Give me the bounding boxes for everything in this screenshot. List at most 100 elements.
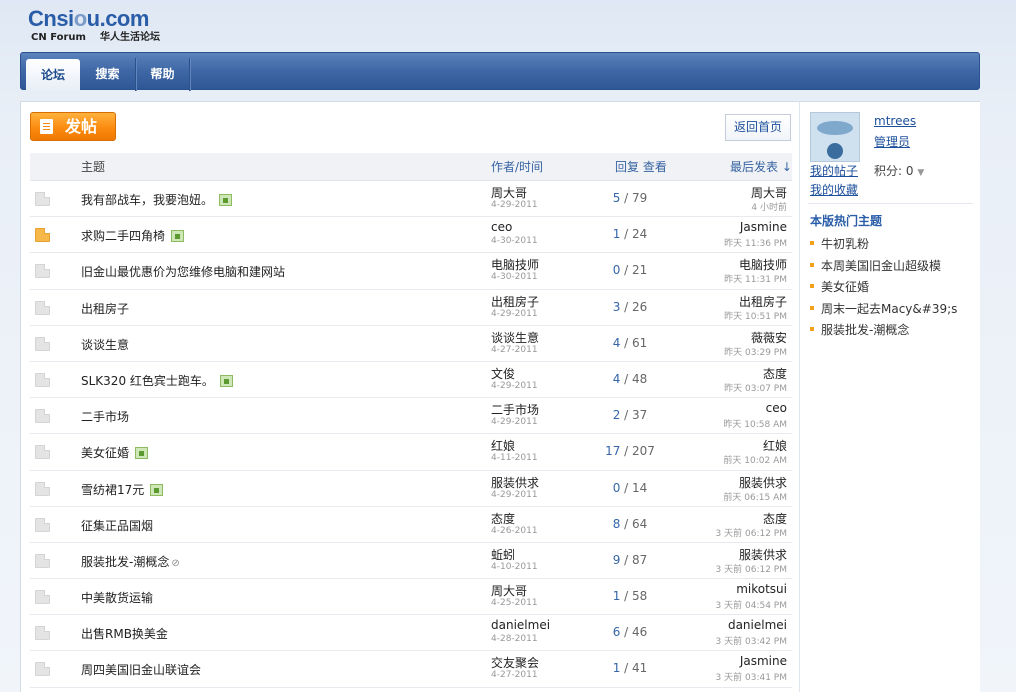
reply-count: 1 [612, 589, 621, 604]
thread-title-link[interactable]: 谈谈生意 [81, 336, 129, 353]
author-link[interactable]: ceo [491, 220, 512, 234]
thread-title-link[interactable]: 雪纺裙17元 [81, 481, 164, 498]
thread-title: 服装批发-潮概念 [81, 554, 170, 569]
author-link[interactable]: 交友聚会 [491, 654, 539, 671]
author-link[interactable]: 态度 [491, 510, 515, 527]
view-count: 37 [632, 408, 648, 423]
my-posts-link[interactable]: 我的帖子 [810, 162, 858, 179]
folder-icon [35, 662, 50, 677]
author-link[interactable]: 红娘 [491, 437, 515, 454]
post-date: 4-27-2011 [491, 344, 538, 355]
table-row[interactable]: 求购二手四角椅 ceo 4-30-2011 1 / 24 Jasmine 昨天 11:36… [30, 217, 792, 254]
author-link[interactable]: 文俊 [491, 365, 515, 382]
table-row[interactable]: 二手市场 二手市场 4-29-2011 2 / 37 ceo 昨天 10:58 AM [30, 398, 792, 435]
last-poster-link[interactable]: 服装供求 [739, 474, 787, 491]
header-last-post[interactable]: 最后发表 ↓ [730, 153, 792, 181]
last-poster-link[interactable]: 出租房子 [739, 293, 787, 310]
reply-view-count: 0 / 14 [612, 480, 648, 495]
reply-view-count: 4 / 61 [612, 335, 648, 350]
thread-title-link[interactable]: 美女征婚 [81, 444, 149, 461]
thread-title-link[interactable]: 出租房子 [81, 300, 129, 317]
bullet-icon [810, 327, 814, 331]
table-row[interactable]: 谈谈生意 谈谈生意 4-27-2011 4 / 61 薇薇安 昨天 03:29 PM [30, 326, 792, 362]
last-poster-link[interactable]: 周大哥 [751, 184, 787, 201]
table-row[interactable]: 出租房子 出租房子 4-29-2011 3 / 26 出租房子 昨天 10:51 PM [30, 290, 792, 326]
table-row[interactable]: 美女征婚 红娘 4-11-2011 17 / 207 红娘 前天 10:02 AM [30, 434, 792, 471]
table-row[interactable]: 出售RMB换美金 danielmei 4-28-2011 6 / 46 danielme… [30, 615, 792, 652]
header-author[interactable]: 作者/时间 [491, 153, 543, 181]
last-poster-link[interactable]: 薇薇安 [751, 329, 787, 346]
forum-panel: 发帖 返回首页 主题 作者/时间 回复 查看 最后发表 ↓ 我有部战车，我要泡妞… [20, 101, 980, 692]
last-poster-link[interactable]: 电脑技师 [739, 256, 787, 273]
reply-count: 17 [605, 444, 621, 459]
username-link[interactable]: mtrees [874, 114, 916, 128]
table-row[interactable]: 旧金山最优惠价为您维修电脑和建网站 电脑技师 4-30-2011 0 / 21 电脑技师… [30, 253, 792, 290]
reply-count: 4 [612, 335, 621, 350]
role-link[interactable]: 管理员 [874, 133, 910, 150]
back-home-button[interactable]: 返回首页 [725, 114, 791, 141]
main-nav: 论坛 搜索 帮助 [20, 52, 980, 91]
author-link[interactable]: 出租房子 [491, 293, 539, 310]
tab-help[interactable]: 帮助 [136, 58, 190, 91]
table-row[interactable]: 我有部战车，我要泡妞。 周大哥 4-29-2011 5 / 79 周大哥 4 小时前 [30, 181, 792, 218]
thread-title-link[interactable]: 我有部战车，我要泡妞。 [81, 191, 233, 208]
author-link[interactable]: 周大哥 [491, 582, 527, 599]
logo-subtitle-cn: 华人生活论坛 [99, 32, 160, 43]
hot-topic-item[interactable]: 美女征婚 [810, 278, 980, 300]
author-link[interactable]: 电脑技师 [491, 256, 539, 273]
avatar[interactable] [810, 112, 860, 162]
last-poster-link[interactable]: Jasmine [740, 220, 787, 234]
author-link[interactable]: 周大哥 [491, 184, 527, 201]
thread-title: 旧金山最优惠价为您维修电脑和建网站 [81, 265, 286, 280]
hot-topic-item[interactable]: 服装批发-潮概念 [810, 321, 980, 343]
tab-search[interactable]: 搜索 [80, 58, 136, 91]
last-poster-link[interactable]: 态度 [763, 365, 787, 382]
reply-count: 4 [612, 371, 621, 386]
thread-title: 求购二手四角椅 [81, 229, 166, 244]
reply-view-count: 3 / 26 [612, 299, 648, 314]
hot-topic-label: 服装批发-潮概念 [821, 323, 910, 337]
image-attachment-icon [219, 194, 233, 206]
table-row[interactable]: 征集正品国烟 态度 4-26-2011 8 / 64 态度 3 天前 06:12 PM [30, 507, 792, 543]
thread-title-link[interactable]: 二手市场 [81, 408, 129, 425]
last-poster-link[interactable]: 态度 [763, 510, 787, 527]
thread-title-link[interactable]: 求购二手四角椅 [81, 227, 185, 244]
hot-topic-item[interactable]: 本周美国旧金山超级模 [810, 257, 980, 279]
last-poster-link[interactable]: mikotsui [736, 582, 787, 596]
last-poster-link[interactable]: ceo [766, 401, 787, 415]
table-row[interactable]: SLK320 红色宾士跑车。 文俊 4-29-2011 4 / 48 态度 昨天 03:0… [30, 362, 792, 399]
hot-topic-item[interactable]: 牛初乳粉 [810, 235, 980, 257]
table-row[interactable]: 雪纺裙17元 服装供求 4-29-2011 0 / 14 服装供求 前天 06:15 AM [30, 471, 792, 507]
author-link[interactable]: 二手市场 [491, 401, 539, 418]
thread-title-link[interactable]: 周四美国旧金山联谊会 [81, 661, 201, 678]
thread-title-link[interactable]: SLK320 红色宾士跑车。 [81, 372, 233, 389]
new-post-button[interactable]: 发帖 [30, 112, 116, 141]
author-link[interactable]: danielmei [491, 618, 550, 632]
thread-title-link[interactable]: 中美散货运输 [81, 589, 153, 606]
hot-topic-label: 周末一起去Macy&#39;s [821, 301, 958, 316]
bullet-icon [810, 305, 814, 310]
table-row[interactable]: 中美散货运输 周大哥 4-25-2011 1 / 58 mikotsui 3 天前 04:… [30, 579, 792, 616]
my-favorites-link[interactable]: 我的收藏 [810, 181, 858, 198]
last-poster-link[interactable]: Jasmine [740, 654, 787, 668]
last-poster-link[interactable]: 服装供求 [739, 546, 787, 563]
hot-topic-item[interactable]: 周末一起去Macy&#39;s [810, 300, 980, 322]
thread-title-link[interactable]: 征集正品国烟 [81, 517, 153, 534]
thread-title-link[interactable]: 服装批发-潮概念 ⊘ [81, 553, 180, 570]
thread-title: 出售RMB换美金 [81, 627, 168, 642]
last-poster-link[interactable]: danielmei [728, 618, 787, 632]
folder-icon [35, 409, 50, 424]
last-poster-link[interactable]: 红娘 [763, 437, 787, 454]
table-row[interactable]: 服装批发-潮概念 ⊘ 蚯蚓 4-10-2011 9 / 87 服装供求 3 天前 06:12… [30, 543, 792, 580]
header-stats[interactable]: 回复 查看 [615, 153, 667, 181]
site-logo[interactable]: Cnsiou.com CN Forum 华人生活论坛 [28, 6, 228, 46]
thread-title-link[interactable]: 出售RMB换美金 [81, 625, 168, 642]
points-dropdown[interactable]: 积分: 0 ▼ [874, 162, 924, 179]
author-link[interactable]: 谈谈生意 [491, 329, 539, 346]
tab-forum[interactable]: 论坛 [26, 59, 80, 91]
author-link[interactable]: 服装供求 [491, 474, 539, 491]
thread-title-link[interactable]: 旧金山最优惠价为您维修电脑和建网站 [81, 263, 285, 280]
table-row[interactable]: 周四美国旧金山联谊会 交友聚会 4-27-2011 1 / 41 Jasmine 3 天前… [30, 651, 792, 688]
post-date: 4-10-2011 [491, 561, 538, 572]
author-link[interactable]: 蚯蚓 [491, 546, 515, 563]
